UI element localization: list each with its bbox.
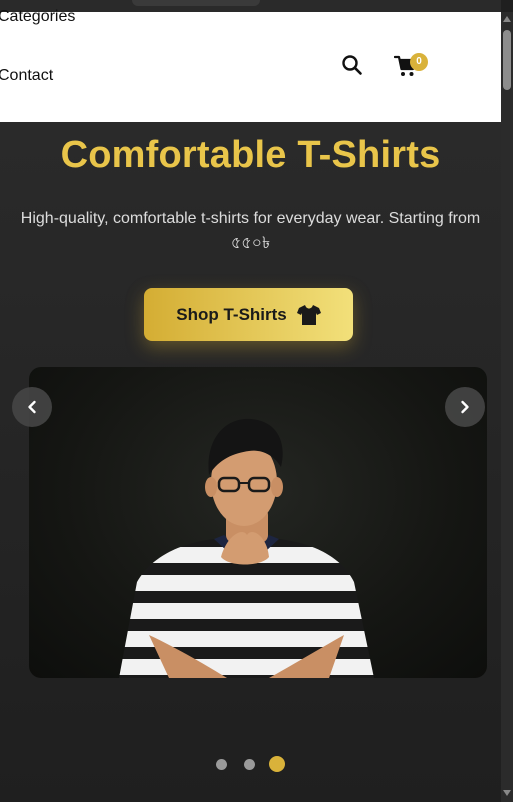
carousel-dot-3[interactable] [269,756,285,772]
carousel-dot-1[interactable] [216,759,227,770]
scroll-up-arrow[interactable] [503,16,511,22]
nav-link-categories[interactable]: Categories [0,8,75,26]
scroll-down-arrow[interactable] [503,790,511,796]
navbar: Categories Contact 0 [0,8,501,122]
person-photo [119,418,374,678]
search-icon[interactable] [341,54,363,76]
page-scrollbar[interactable] [501,12,513,802]
tshirt-icon [296,304,321,325]
carousel-slide-image [29,367,487,678]
chevron-left-icon [28,400,36,414]
carousel-prev-button[interactable] [12,387,52,427]
carousel-dot-2[interactable] [244,759,255,770]
browser-tab[interactable] [132,0,260,6]
shop-button-label: Shop T-Shirts [176,304,287,324]
cart-count-badge: 0 [410,53,428,71]
scroll-thumb[interactable] [503,30,511,90]
shop-tshirts-button[interactable]: Shop T-Shirts [144,288,353,341]
carousel-next-button[interactable] [445,387,485,427]
hero-section: Comfortable T-Shirts High-quality, comfo… [0,122,501,802]
hero-subtitle: High-quality, comfortable t-shirts for e… [20,210,481,252]
nav-link-contact[interactable]: Contact [0,67,53,85]
hero-title: Comfortable T-Shirts [60,134,441,176]
chevron-right-icon [461,400,469,414]
carousel-dots [0,756,501,772]
